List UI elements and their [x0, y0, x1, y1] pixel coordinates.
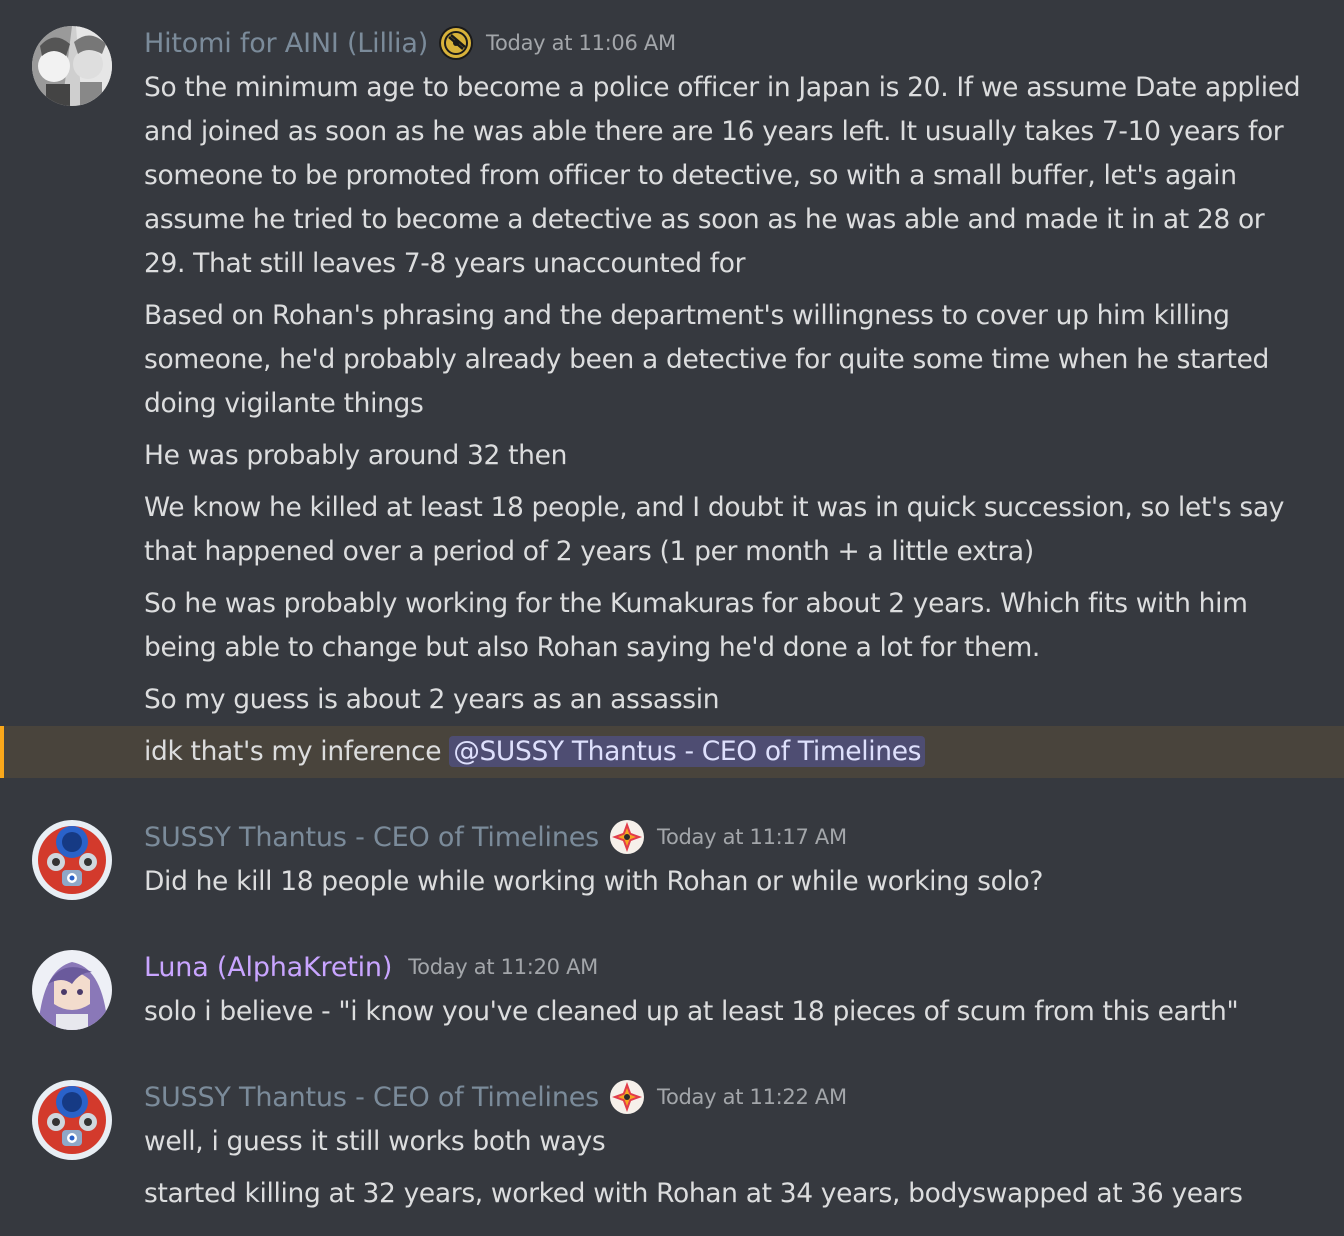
message-header: Luna (AlphaKretin) Today at 11:20 AM: [144, 947, 598, 987]
username[interactable]: SUSSY Thantus - CEO of Timelines: [144, 1082, 599, 1113]
message-text: He was probably around 32 then: [144, 440, 568, 471]
username[interactable]: SUSSY Thantus - CEO of Timelines: [144, 822, 599, 853]
username[interactable]: Luna (AlphaKretin): [144, 952, 392, 983]
user-mention[interactable]: @SUSSY Thantus - CEO of Timelines: [449, 736, 926, 767]
star-gem-badge-icon[interactable]: [609, 1079, 645, 1115]
avatar-sussy-image: [32, 1080, 112, 1160]
gold-coin-badge-icon[interactable]: [438, 25, 474, 61]
message-text: So he was probably working for the Kumak…: [144, 588, 1248, 663]
chat-message-list: Hitomi for AINI (Lillia) Today at 11:06 …: [0, 0, 1344, 1236]
message-text: So the minimum age to become a police of…: [144, 72, 1301, 279]
message-text: well, i guess it still works both ways: [144, 1126, 606, 1157]
message-text: idk that's my inference: [144, 736, 450, 767]
avatar-sussy-image: [32, 820, 112, 900]
message-text: Did he kill 18 people while working with…: [144, 866, 1044, 897]
timestamp[interactable]: Today at 11:22 AM: [657, 1085, 847, 1109]
timestamp[interactable]: Today at 11:06 AM: [486, 31, 676, 55]
message-text: We know he killed at least 18 people, an…: [144, 492, 1285, 567]
avatar[interactable]: [32, 820, 112, 900]
message-text: Based on Rohan's phrasing and the depart…: [144, 300, 1269, 419]
timestamp[interactable]: Today at 11:17 AM: [657, 825, 847, 849]
username[interactable]: Hitomi for AINI (Lillia): [144, 28, 428, 59]
avatar[interactable]: [32, 950, 112, 1030]
message-text: So my guess is about 2 years as an assas…: [144, 684, 720, 715]
message-header: SUSSY Thantus - CEO of Timelines Today a…: [144, 1077, 847, 1117]
mention-highlight-bar: [0, 726, 4, 778]
message-header: SUSSY Thantus - CEO of Timelines Today a…: [144, 817, 847, 857]
avatar[interactable]: [32, 1080, 112, 1160]
avatar-luna-image: [32, 950, 112, 1030]
message-text: started killing at 32 years, worked with…: [144, 1178, 1243, 1209]
avatar[interactable]: [32, 26, 112, 106]
star-gem-badge-icon[interactable]: [609, 819, 645, 855]
message-header: Hitomi for AINI (Lillia) Today at 11:06 …: [144, 23, 676, 63]
timestamp[interactable]: Today at 11:20 AM: [408, 955, 598, 979]
message-text: solo i believe - "i know you've cleaned …: [144, 996, 1239, 1027]
message-text-with-mention: idk that's my inference @SUSSY Thantus -…: [144, 730, 1304, 774]
avatar-hitomi-image: [32, 26, 112, 106]
